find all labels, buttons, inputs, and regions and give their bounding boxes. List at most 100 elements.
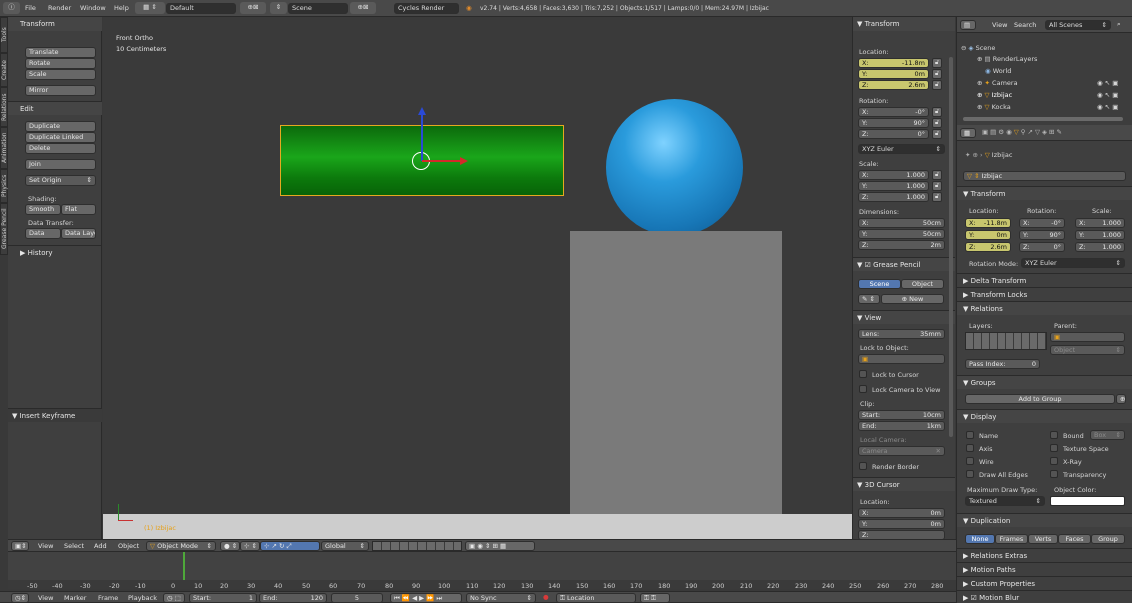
timeline-view-menu[interactable]: View	[38, 594, 53, 602]
add-group-plus-icon[interactable]: ⊕	[1116, 394, 1126, 404]
duplicate-linked-button[interactable]: Duplicate Linked	[25, 132, 96, 143]
tab-animation[interactable]: Animation	[0, 127, 8, 169]
viewport-editor-icon[interactable]: ▣⇕	[11, 541, 29, 551]
max-draw-type-select[interactable]: Textured ⇕	[965, 496, 1045, 506]
lock-location-z-icon[interactable]: 🔓︎	[932, 80, 942, 90]
playback-controls-icons[interactable]: ⏮ ⏪ ◀ ▶ ⏩ ⏭	[390, 593, 462, 603]
timeline[interactable]	[8, 552, 956, 589]
display-draw-all-edges-checkbox[interactable]	[966, 470, 974, 478]
prop-rotation-z[interactable]: Z: 0°	[1019, 242, 1065, 252]
gp-scene-tab[interactable]: Scene	[858, 279, 901, 289]
pass-index-field[interactable]: Pass Index: 0	[965, 359, 1040, 369]
lock-rotation-y-icon[interactable]: 🔓︎	[932, 118, 942, 128]
visibility-eye-icon-2[interactable]: ◉ ↖ ▣	[1097, 91, 1118, 99]
clip-end-field[interactable]: End: 1km	[858, 421, 945, 431]
viewport-add-menu[interactable]: Add	[94, 542, 107, 550]
viewport-extra-icons[interactable]: ▣ ◉ ⇕ ⊞ ▦	[465, 541, 535, 551]
prop-rotation-x[interactable]: X: -0°	[1019, 218, 1065, 228]
outliner-display-mode[interactable]: All Scenes ⇕	[1045, 20, 1111, 30]
gp-pencil-icon[interactable]: ✎ ⇕	[858, 294, 880, 304]
timeline-frame-menu[interactable]: Frame	[98, 594, 118, 602]
3d-viewport[interactable]: Front Ortho 10 Centimeters (1) Izbijac	[103, 17, 852, 539]
parent-type-select[interactable]: Object ⇕	[1050, 345, 1125, 355]
menu-file[interactable]: File	[25, 3, 36, 14]
tab-grease-pencil[interactable]: Grease Pencil	[0, 203, 8, 255]
mirror-button[interactable]: Mirror	[25, 85, 96, 96]
display-transparency-checkbox[interactable]	[1050, 470, 1058, 478]
z-axis-arrow[interactable]	[421, 113, 423, 161]
n-location-x[interactable]: X: -11.8m	[858, 58, 929, 68]
end-frame-field[interactable]: End: 120	[259, 593, 327, 603]
display-wire-checkbox[interactable]	[966, 457, 974, 465]
layer-grid[interactable]	[965, 332, 1047, 350]
n-scale-y[interactable]: Y: 1.000	[858, 181, 929, 191]
data-button[interactable]: Data	[25, 228, 61, 239]
3d-cursor-header[interactable]: ▼ 3D Cursor	[853, 477, 955, 491]
prop-scale-z[interactable]: Z: 1.000	[1075, 242, 1125, 252]
outliner-search-menu[interactable]: Search	[1014, 21, 1036, 29]
timeline-marker-menu[interactable]: Marker	[64, 594, 86, 602]
properties-editor-icon[interactable]: ▦	[960, 128, 976, 138]
n-scale-x[interactable]: X: 1.000	[858, 170, 929, 180]
outliner-item-kocka[interactable]: ⊕ ▽ Kocka	[977, 103, 1011, 111]
object-color-swatch[interactable]	[1050, 496, 1125, 506]
manipulator-icons[interactable]: ⊹ ↗ ↻ ⤢	[260, 541, 320, 551]
lock-scale-z-icon[interactable]: 🔓︎	[932, 192, 942, 202]
lens-field[interactable]: Lens: 35mm	[858, 329, 945, 339]
preview-range-icon[interactable]: ◷ ⬚	[163, 593, 185, 603]
n-scale-z[interactable]: Z: 1.000	[858, 192, 929, 202]
relations-extras-header[interactable]: ▶ Relations Extras	[957, 548, 1132, 562]
keyframe-insert-icons[interactable]: ⚿ ⚿	[640, 593, 670, 603]
pivot-point-icon[interactable]: ⊹ ⇕	[240, 541, 260, 551]
n-rotation-mode-select[interactable]: XYZ Euler ⇕	[858, 144, 945, 154]
object-name-field[interactable]: ▽ ⇕ Izbijac	[963, 171, 1126, 181]
n-dimension-x[interactable]: X: 50cm	[858, 218, 945, 228]
context-tabs-icons[interactable]: ▣▤⚙◉▽⚲↗▽◈⊞✎	[982, 128, 1064, 136]
set-origin-select[interactable]: Set Origin ⇕	[25, 175, 96, 186]
edit-panel-header[interactable]: Edit	[8, 101, 102, 115]
orientation-select[interactable]: Global ⇕	[321, 541, 369, 551]
dup-group-tab[interactable]: Group	[1091, 534, 1125, 544]
scene-field[interactable]: Scene	[288, 3, 348, 14]
lock-rotation-z-icon[interactable]: 🔓︎	[932, 129, 942, 139]
n-location-y[interactable]: Y: 0m	[858, 69, 929, 79]
current-frame-field[interactable]: 5	[331, 593, 383, 603]
lock-camera-checkbox[interactable]	[859, 385, 867, 393]
n-dimension-z[interactable]: Z: 2m	[858, 240, 945, 250]
delete-button[interactable]: Delete	[25, 143, 96, 154]
data-layout-button[interactable]: Data Layo	[61, 228, 96, 239]
lock-to-object-field[interactable]: ▣	[858, 354, 945, 364]
sphere-object[interactable]	[606, 99, 743, 236]
cube-object[interactable]	[570, 231, 782, 539]
local-camera-field[interactable]: Camera ✕	[858, 446, 945, 456]
outliner-view-menu[interactable]: View	[992, 21, 1007, 29]
visibility-eye-icon-3[interactable]: ◉ ↖ ▣	[1097, 103, 1118, 111]
display-name-checkbox[interactable]	[966, 431, 974, 439]
prop-location-y[interactable]: Y: 0m	[965, 230, 1011, 240]
display-header[interactable]: ▼ Display	[957, 409, 1132, 423]
join-button[interactable]: Join	[25, 159, 96, 170]
n-rotation-y[interactable]: Y: 90°	[858, 118, 929, 128]
motion-blur-header[interactable]: ▶ ☑ Motion Blur	[957, 590, 1132, 603]
current-frame-marker[interactable]	[183, 552, 185, 580]
gp-object-tab[interactable]: Object	[901, 279, 944, 289]
layer-buttons[interactable]	[372, 541, 462, 551]
viewport-select-menu[interactable]: Select	[64, 542, 84, 550]
menu-render[interactable]: Render	[48, 3, 71, 14]
x-axis-arrow[interactable]	[422, 160, 462, 162]
prop-scale-y[interactable]: Y: 1.000	[1075, 230, 1125, 240]
prop-transform-header[interactable]: ▼ Transform	[957, 186, 1132, 200]
viewport-view-menu[interactable]: View	[38, 542, 53, 550]
lock-scale-y-icon[interactable]: 🔓︎	[932, 181, 942, 191]
tab-tools[interactable]: Tools	[0, 17, 8, 53]
dup-faces-tab[interactable]: Faces	[1058, 534, 1091, 544]
gp-new-button[interactable]: ⊕ New	[881, 294, 944, 304]
scale-button[interactable]: Scale	[25, 69, 96, 80]
record-icon[interactable]: ●	[543, 593, 549, 601]
outliner-item-renderlayers[interactable]: ⊕ ▤ RenderLayers	[977, 55, 1037, 63]
smooth-button[interactable]: Smooth	[25, 204, 61, 215]
translate-button[interactable]: Translate	[25, 47, 96, 58]
outliner-search-icon[interactable]: ⌕	[1117, 20, 1121, 29]
grease-pencil-header[interactable]: ▼ ☑ Grease Pencil	[853, 257, 955, 271]
menu-help[interactable]: Help	[114, 3, 129, 14]
